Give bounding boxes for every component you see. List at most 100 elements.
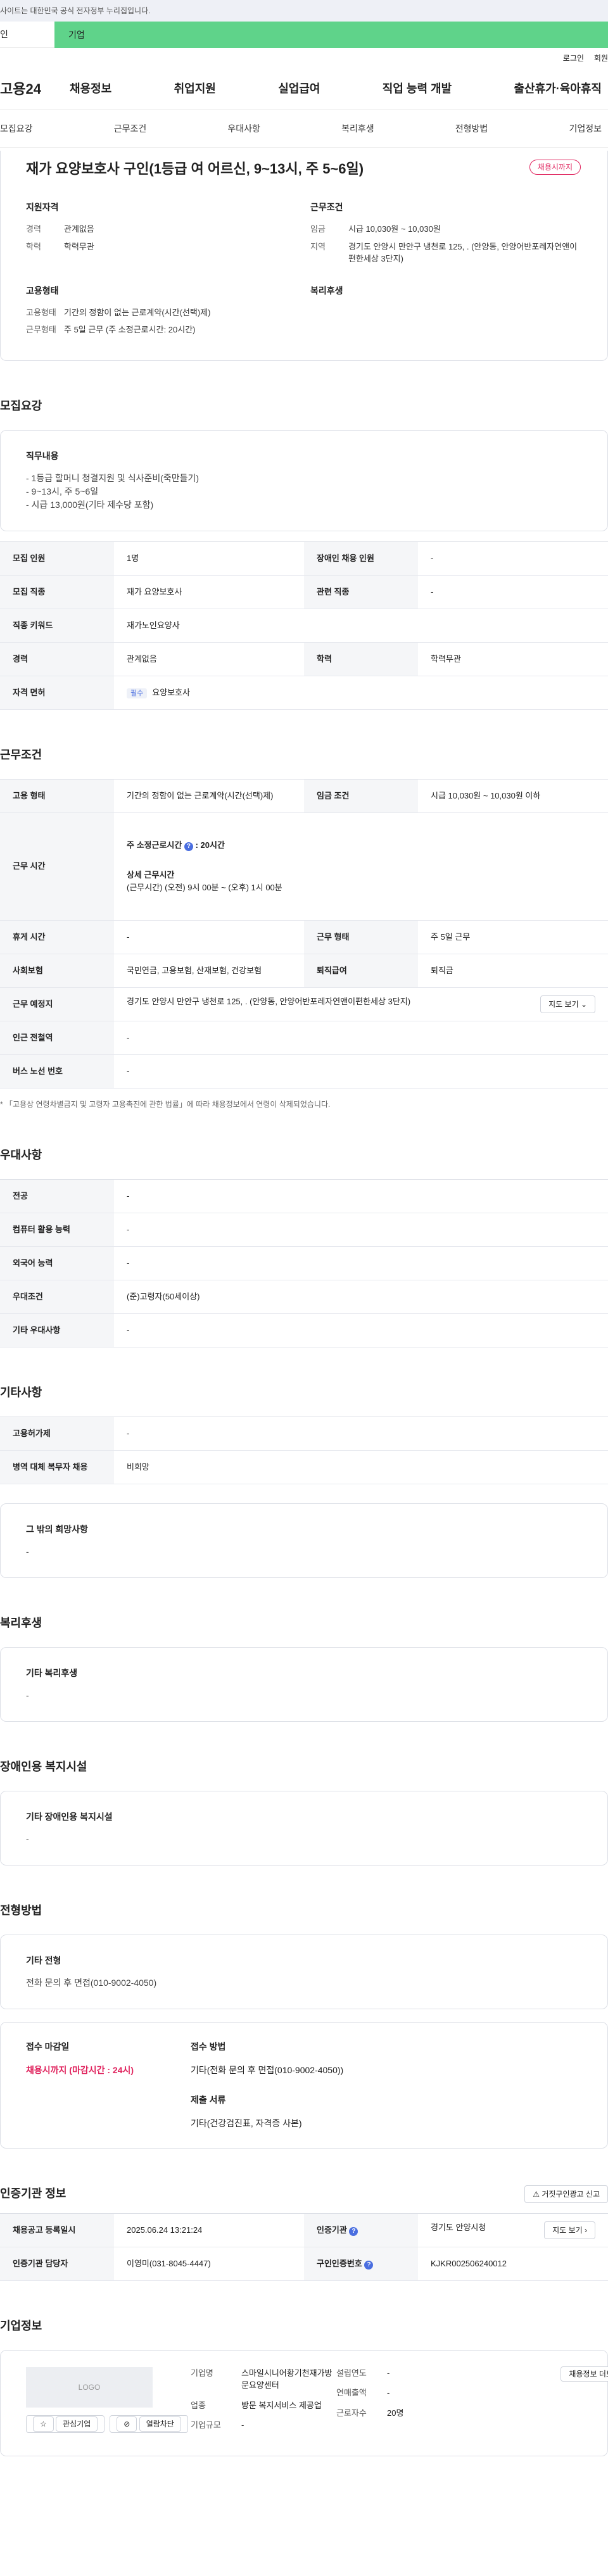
cell-label: 자격 면허 xyxy=(0,676,114,710)
preference-table: 전공 - 컴퓨터 활용 능력 - 외국어 능력 - 우대조건 (준)고령자(50세이상)… xyxy=(0,1178,608,1348)
cell-value: 이영미(031-8045-4447) xyxy=(114,2247,304,2281)
detail-hours-value: (근무시간) (오전) 9시 00분 ~ (오후) 1시 00분 xyxy=(127,882,282,892)
tab-selection[interactable]: 전형방법 xyxy=(455,122,488,136)
cell-label: 모집 인원 xyxy=(0,541,114,576)
cell-label: 기타 우대사항 xyxy=(0,1313,114,1348)
institution-table: 채용공고 등록일시 2025.06.24 13:21:24 인증기관 ? 경기도 … xyxy=(0,2213,608,2281)
table-row: 모집 직종 재가 요양보호사 관련 직종 - xyxy=(0,575,608,609)
login-link[interactable]: 로그인 xyxy=(563,53,584,64)
employees-label: 근로자수 xyxy=(336,2408,367,2418)
week-hours-label: 주 소정근로시간 xyxy=(127,840,182,850)
sales-value: - xyxy=(387,2388,390,2397)
apply-card: 접수 마감일 채용시까지 (마감시간 : 24시) 접수 방법 기타(전화 문의… xyxy=(0,2021,608,2149)
table-row: 병역 대체 복무자 채용 비희망 xyxy=(0,1450,608,1484)
report-fake-ad-button[interactable]: ⚠ 거짓구인광고 신고 xyxy=(524,2185,608,2203)
wage-label: 임금 xyxy=(310,224,326,234)
cell-value: - xyxy=(418,541,608,576)
etc-section-title: 기타사항 xyxy=(0,1386,42,1399)
service-switch: 인 기업 xyxy=(0,22,608,48)
cell-value: - xyxy=(114,1417,608,1451)
gnb-item-employment-support[interactable]: 취업지원 xyxy=(174,80,216,98)
week-hours-value: : 20시간 xyxy=(195,840,225,850)
company-size-label: 기업규모 xyxy=(191,2420,221,2430)
cell-value: 퇴직금 xyxy=(418,954,608,988)
required-tag: 필수 xyxy=(127,688,148,699)
section-tabs: 모집요강 근무조건 우대사항 복리후생 전형방법 기업정보 xyxy=(0,110,608,148)
company-size-value: - xyxy=(241,2420,244,2430)
table-row: 근무 예정지 경기도 안양시 만안구 냉천로 125, . (안양동, 안양어반… xyxy=(0,987,608,1021)
detail-hours-label: 상세 근무시간 xyxy=(127,870,175,880)
career-value: 관계없음 xyxy=(64,224,94,234)
disability-sub: 기타 장애인용 복지시설 xyxy=(26,1811,113,1822)
cell-label: 고용 형태 xyxy=(0,779,114,813)
hope-card: 그 밖의 희망사항 - xyxy=(0,1503,608,1578)
institution-map-button[interactable]: 지도 보기 › xyxy=(544,2221,595,2239)
cell-label: 근무 예정지 xyxy=(0,987,114,1021)
cell-value: - xyxy=(418,575,608,609)
cell-value: - xyxy=(114,1246,608,1280)
age-note: * 「고용상 연령차별금지 및 고령자 고용촉진에 관한 법률」에 따라 채용정… xyxy=(0,1099,331,1109)
welfare-heading: 복리후생 xyxy=(310,285,343,296)
block-icon: ⊘ xyxy=(117,2416,137,2432)
help-icon[interactable]: ? xyxy=(364,2260,374,2270)
block-view-button[interactable]: ⊘ 열람차단 xyxy=(110,2415,188,2433)
report-button-label: 거짓구인광고 신고 xyxy=(542,2189,600,2199)
wage-value: 시급 10,030원 ~ 10,030원 xyxy=(348,224,441,234)
cell-label: 직종 키워드 xyxy=(0,609,114,643)
tab-recruit[interactable]: 모집요강 xyxy=(0,122,33,136)
help-icon[interactable]: ? xyxy=(349,2226,358,2236)
conditions-heading: 근무조건 xyxy=(310,202,343,212)
more-jobs-button[interactable]: 채용정보 더보 xyxy=(560,2366,608,2382)
cell-label: 고용허가제 xyxy=(0,1417,114,1451)
cell-value: 기간의 정함이 없는 근로계약(시간(선택)제) xyxy=(114,779,304,813)
cell-label: 인증기관 담당자 xyxy=(0,2247,114,2281)
gnb-item-skills[interactable]: 직업 능력 개발 xyxy=(383,80,452,98)
cell-value: (준)고령자(50세이상) xyxy=(114,1280,608,1314)
table-row: 고용허가제 - xyxy=(0,1417,608,1451)
personal-service-tab[interactable]: 인 xyxy=(0,22,54,48)
table-row: 인근 전철역 - xyxy=(0,1021,608,1055)
tab-company[interactable]: 기업정보 xyxy=(569,122,602,136)
cell-label: 우대조건 xyxy=(0,1280,114,1314)
cell-value: - xyxy=(114,1179,608,1213)
education-value: 학력무관 xyxy=(64,241,94,251)
tab-conditions[interactable]: 근무조건 xyxy=(114,122,147,136)
table-row: 고용 형태 기간의 정함이 없는 근로계약(시간(선택)제) 임금 조건 시급 10… xyxy=(0,779,608,813)
documents-heading: 제출 서류 xyxy=(191,2094,226,2105)
founded-value: - xyxy=(387,2368,390,2378)
favorite-company-button[interactable]: ☆ 관심기업 xyxy=(26,2415,105,2433)
cell-label: 인증기관 ? xyxy=(304,2213,418,2247)
cell-value: - xyxy=(114,920,304,954)
table-row: 외국어 능력 - xyxy=(0,1246,608,1280)
org-value: 경기도 안양시청 xyxy=(431,2222,486,2232)
license-value: 요양보호사 xyxy=(152,687,191,697)
table-row: 버스 노선 번호 - xyxy=(0,1054,608,1089)
map-button[interactable]: 지도 보기 ⌄ xyxy=(540,995,595,1013)
gnb-item-jobs[interactable]: 채용정보 xyxy=(70,80,111,98)
hope-heading: 그 밖의 희망사항 xyxy=(26,1524,88,1534)
tab-welfare[interactable]: 복리후생 xyxy=(341,122,374,136)
selection-section-title: 전형방법 xyxy=(0,1904,42,1917)
duty-line: - 9~13시, 주 5~6일 xyxy=(26,486,99,496)
region-label: 지역 xyxy=(310,241,326,251)
sales-label: 연매출액 xyxy=(336,2388,367,2397)
institution-section-title: 인증기관 정보 xyxy=(0,2187,66,2200)
tab-preference[interactable]: 우대사항 xyxy=(227,122,260,136)
enterprise-service-tab[interactable]: 기업 xyxy=(54,22,608,48)
utility-menu: 로그인 회원 xyxy=(0,48,608,68)
help-icon[interactable]: ? xyxy=(184,842,193,851)
workplace-value: 경기도 안양시 만안구 냉천로 125, . (안양동, 안양어반포레자연앤이편… xyxy=(127,996,411,1006)
join-link[interactable]: 회원 xyxy=(594,53,608,64)
preference-section-title: 우대사항 xyxy=(0,1148,42,1161)
global-nav: 고용24 채용정보 취업지원 실업급여 직업 능력 개발 출산휴가·육아휴직 xyxy=(0,68,608,110)
cell-label: 병역 대체 복무자 채용 xyxy=(0,1450,114,1484)
gnb-item-unemployment-benefit[interactable]: 실업급여 xyxy=(278,80,320,98)
gnb-item-leave[interactable]: 출산휴가·육아휴직 xyxy=(514,80,602,98)
industry-value: 방문 복지서비스 제공업 xyxy=(241,2400,322,2410)
site-logo[interactable]: 고용24 xyxy=(0,79,70,99)
welfare-card: 기타 복리후생 - xyxy=(0,1646,608,1722)
favorite-label: 관심기업 xyxy=(56,2416,98,2432)
documents-value: 기타(건강검진표, 자격증 사본) xyxy=(191,2118,302,2128)
company-name-value: 스마일시니어황기천재가방문요양센터 xyxy=(241,2368,332,2390)
disability-section-title: 장애인용 복지시설 xyxy=(0,1760,87,1773)
